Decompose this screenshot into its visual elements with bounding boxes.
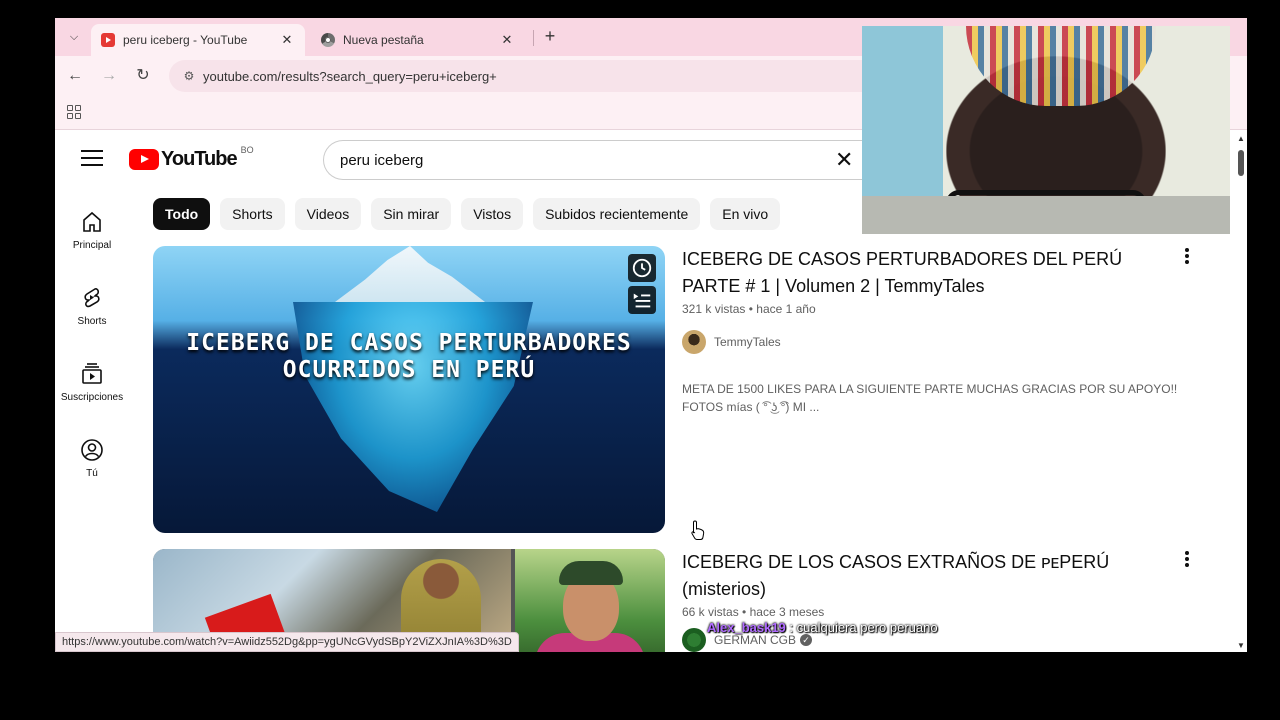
thumbnail-text-line: OCURRIDOS EN PERÚ bbox=[282, 357, 536, 383]
reload-button[interactable]: ↻ bbox=[131, 64, 155, 88]
video-metadata: 66 k vistas • hace 3 meses bbox=[682, 605, 825, 619]
upload-age: hace 1 año bbox=[756, 302, 816, 316]
region-code: BO bbox=[240, 144, 254, 155]
chip-videos[interactable]: Videos bbox=[294, 198, 362, 230]
channel-avatar[interactable] bbox=[682, 628, 706, 652]
tab-new-tab[interactable]: Nueva pestaña ✕ bbox=[311, 24, 525, 56]
scroll-down-arrow-icon[interactable]: ▼ bbox=[1237, 641, 1245, 650]
tab-youtube[interactable]: peru iceberg - YouTube ✕ bbox=[91, 24, 305, 56]
sidebar-item-label: Tú bbox=[86, 468, 98, 479]
chip-vistos[interactable]: Vistos bbox=[461, 198, 524, 230]
chat-text: : cualquiera pero peruano bbox=[789, 620, 938, 635]
search-input[interactable] bbox=[340, 151, 820, 169]
page-scrollbar[interactable]: ▲ ▼ bbox=[1235, 130, 1247, 652]
clear-search-icon[interactable]: ✕ bbox=[835, 149, 853, 171]
sidebar-item-subscriptions[interactable]: Suscripciones bbox=[55, 362, 129, 403]
scroll-up-arrow-icon[interactable]: ▲ bbox=[1237, 134, 1245, 143]
menu-icon[interactable] bbox=[81, 150, 103, 166]
search-box bbox=[323, 140, 863, 180]
youtube-favicon-icon bbox=[101, 33, 115, 47]
tab-separator bbox=[533, 30, 534, 46]
forward-button[interactable]: → bbox=[97, 64, 121, 88]
view-count: 66 k vistas bbox=[682, 605, 739, 619]
verified-badge-icon: ✓ bbox=[800, 634, 813, 646]
youtube-logo[interactable]: YouTube BO bbox=[129, 144, 254, 171]
sidebar-item-you[interactable]: Tú bbox=[55, 438, 129, 479]
sidebar-item-label: Suscripciones bbox=[60, 392, 124, 403]
channel-name[interactable]: TemmyTales bbox=[714, 335, 781, 349]
more-actions-icon[interactable] bbox=[1179, 246, 1195, 266]
channel-avatar[interactable] bbox=[682, 330, 706, 354]
sidebar-item-label: Shorts bbox=[77, 316, 107, 327]
tab-search-button[interactable]: ⌵ bbox=[63, 26, 85, 48]
status-bar-url: https://www.youtube.com/watch?v=Awiidz55… bbox=[55, 632, 519, 652]
video-metadata: 321 k vistas • hace 1 año bbox=[682, 302, 816, 316]
video-title[interactable]: ICEBERG DE CASOS PERTURBADORES DEL PERÚ … bbox=[682, 246, 1162, 300]
chip-sin-mirar[interactable]: Sin mirar bbox=[371, 198, 452, 230]
more-actions-icon[interactable] bbox=[1179, 549, 1195, 569]
clock-icon bbox=[632, 258, 652, 278]
filter-chips: Todo Shorts Videos Sin mirar Vistos Subi… bbox=[153, 198, 781, 230]
tab-title: Nueva pestaña bbox=[343, 33, 424, 47]
iceberg-tip bbox=[335, 246, 485, 302]
chip-en-vivo[interactable]: En vivo bbox=[710, 198, 781, 230]
hand-cursor-icon bbox=[691, 520, 705, 540]
close-tab-icon[interactable]: ✕ bbox=[499, 32, 515, 48]
thumbnail-text-line: ICEBERG DE CASOS PERTURBADORES bbox=[186, 330, 632, 356]
apps-grid-icon[interactable] bbox=[67, 105, 81, 119]
chip-todo[interactable]: Todo bbox=[153, 198, 211, 230]
video-title[interactable]: ICEBERG DE LOS CASOS EXTRAÑOS DE ᴘᴇPERÚ … bbox=[682, 549, 1162, 603]
channel-name[interactable]: GERMAN CGB bbox=[714, 633, 796, 647]
chip-subidos-recientemente[interactable]: Subidos recientemente bbox=[533, 198, 701, 230]
video-description: META DE 1500 LIKES PARA LA SIGUIENTE PAR… bbox=[682, 382, 1178, 414]
sidebar-item-label: Principal bbox=[72, 240, 112, 251]
chevron-down-icon: ⌵ bbox=[69, 30, 79, 43]
thumbnail-text: ICEBERG DE CASOS PERTURBADORES OCURRIDOS… bbox=[153, 330, 665, 384]
scrollbar-thumb[interactable] bbox=[1238, 150, 1244, 176]
chat-username: Alex_bask19 bbox=[707, 620, 786, 635]
new-tab-button[interactable]: + bbox=[539, 26, 561, 48]
tab-title: peru iceberg - YouTube bbox=[123, 33, 248, 47]
youtube-play-icon bbox=[129, 149, 159, 170]
chip-shorts[interactable]: Shorts bbox=[220, 198, 285, 230]
webcam-overlay bbox=[862, 26, 1230, 234]
subscriptions-icon bbox=[82, 363, 102, 384]
you-icon bbox=[81, 439, 103, 461]
add-to-queue-button[interactable] bbox=[628, 286, 656, 314]
close-tab-icon[interactable]: ✕ bbox=[279, 32, 295, 48]
home-icon bbox=[83, 211, 101, 232]
sidebar-item-home[interactable]: Principal bbox=[55, 210, 129, 251]
url-text: youtube.com/results?search_query=peru+ic… bbox=[203, 68, 497, 84]
video-thumbnail[interactable]: ICEBERG DE CASOS PERTURBADORES OCURRIDOS… bbox=[153, 246, 665, 533]
upload-age: hace 3 meses bbox=[749, 605, 825, 619]
site-info-icon[interactable]: ⚙ bbox=[179, 66, 199, 86]
sidebar-item-shorts[interactable]: Shorts bbox=[55, 286, 129, 327]
view-count: 321 k vistas bbox=[682, 302, 746, 316]
thumbnail-right-panel bbox=[515, 549, 665, 652]
back-button[interactable]: ← bbox=[63, 64, 87, 88]
stream-chat-message: Alex_bask19 : cualquiera pero peruano bbox=[707, 620, 938, 635]
logo-wordmark: YouTube bbox=[161, 148, 238, 170]
chrome-favicon-icon bbox=[321, 33, 335, 47]
shorts-icon bbox=[84, 288, 100, 308]
channel-link[interactable]: TemmyTales bbox=[682, 330, 781, 354]
watch-later-button[interactable] bbox=[628, 254, 656, 282]
queue-icon bbox=[633, 293, 651, 308]
